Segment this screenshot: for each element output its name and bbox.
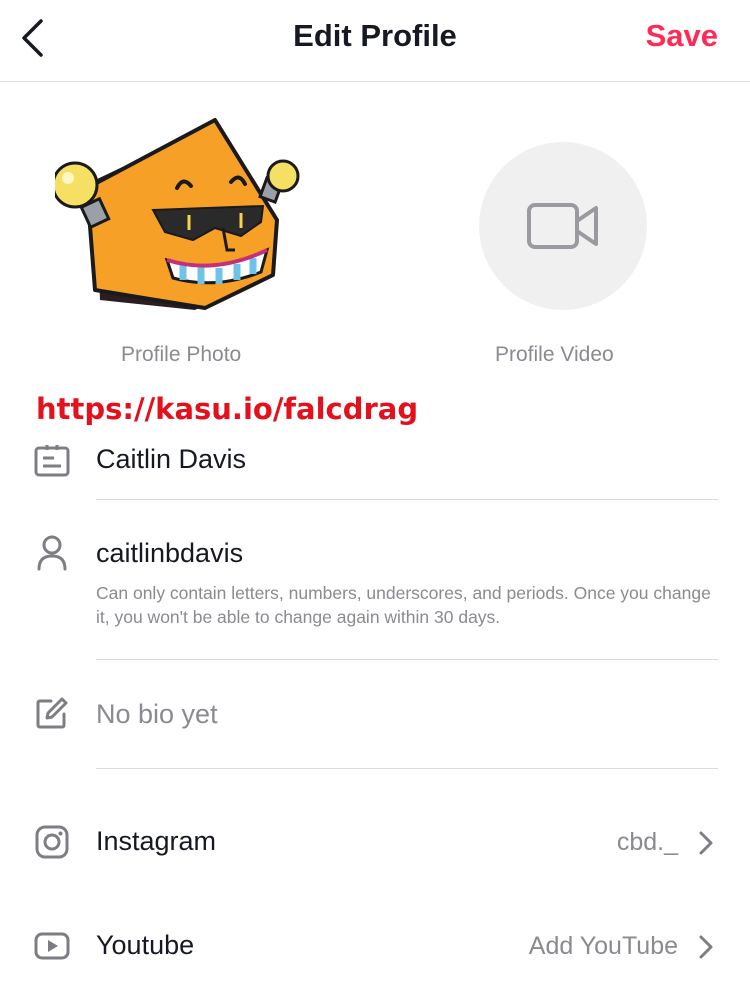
divider (96, 659, 718, 660)
youtube-value: Add YouTube (528, 932, 678, 960)
edit-profile-screen: Edit Profile Save Profile Photo Profile … (0, 0, 750, 1000)
youtube-icon (34, 928, 70, 964)
video-camera-icon (527, 203, 598, 249)
divider (96, 768, 718, 769)
username-hint: Can only contain letters, numbers, under… (96, 583, 711, 627)
header-bar: Edit Profile Save (0, 0, 750, 82)
instagram-value: cbd._ (616, 828, 678, 856)
edit-icon (34, 695, 70, 731)
instagram-row[interactable]: Instagram cbd._ (0, 802, 750, 882)
video-placeholder (479, 142, 647, 310)
page-title: Edit Profile (293, 18, 457, 53)
instagram-label: Instagram (96, 826, 217, 856)
divider (96, 499, 718, 500)
profile-photo-picker[interactable]: Profile Photo (51, 110, 315, 380)
chevron-right-icon (696, 830, 716, 856)
username-field[interactable]: caitlinbdavis (96, 538, 243, 569)
instagram-icon (34, 824, 70, 860)
avatar (51, 110, 305, 320)
youtube-label: Youtube (96, 930, 195, 960)
bio-field[interactable]: No bio yet (96, 699, 218, 730)
promo-url[interactable]: https://kasu.io/falcdrag (36, 392, 418, 426)
profile-video-label: Profile Video (495, 343, 614, 366)
name-card-icon (34, 442, 70, 478)
profile-photo-label: Profile Photo (121, 343, 242, 366)
profile-video-picker[interactable]: Profile Video (433, 110, 693, 380)
user-icon (34, 535, 70, 571)
chevron-right-icon (696, 934, 716, 960)
save-button[interactable]: Save (646, 18, 718, 54)
name-field[interactable]: Caitlin Davis (96, 444, 246, 475)
youtube-row[interactable]: Youtube Add YouTube (0, 906, 750, 986)
